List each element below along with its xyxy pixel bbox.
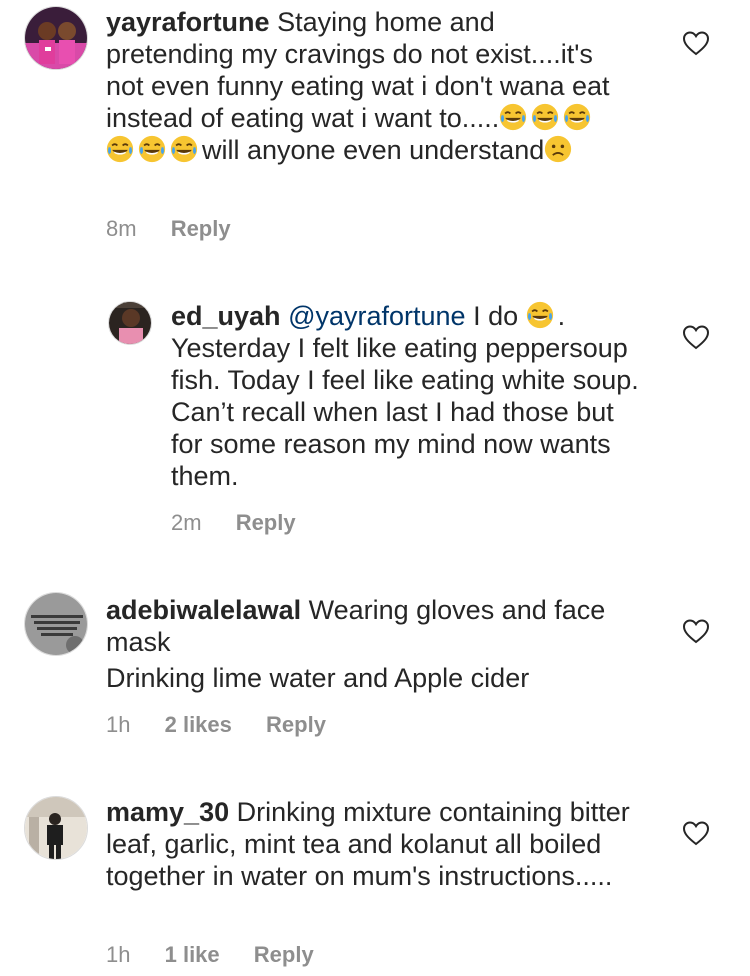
comment-meta: 1h 2 likes Reply	[106, 712, 354, 738]
timestamp: 1h	[106, 712, 131, 737]
timestamp: 2m	[171, 510, 202, 535]
mention-link[interactable]: @yayrafortune	[288, 301, 466, 331]
tears-of-joy-emoji	[106, 135, 134, 163]
tears-of-joy-emoji	[531, 103, 559, 131]
username[interactable]: mamy_30	[106, 797, 229, 827]
tears-of-joy-emoji	[499, 103, 527, 131]
reply-button[interactable]: Reply	[266, 712, 326, 737]
reply-button[interactable]: Reply	[236, 510, 296, 535]
reply-button[interactable]: Reply	[171, 216, 231, 241]
comment-body: adebiwalelawal Wearing gloves and face m…	[106, 594, 646, 694]
comment-body: ed_uyah @yayrafortune I do . Yesterday I…	[171, 300, 651, 492]
tears-of-joy-emoji	[138, 135, 166, 163]
comment-text: I do	[465, 301, 526, 331]
likes-count[interactable]: 1 like	[165, 942, 220, 967]
heart-outline-icon[interactable]	[682, 30, 710, 56]
heart-outline-icon[interactable]	[682, 820, 710, 846]
username[interactable]: yayrafortune	[106, 7, 270, 37]
timestamp: 1h	[106, 942, 131, 967]
avatar[interactable]	[108, 301, 152, 345]
timestamp: 8m	[106, 216, 137, 241]
avatar[interactable]	[24, 796, 88, 860]
comment-body: yayrafortune Staying home and pretending…	[106, 6, 626, 166]
username[interactable]: ed_uyah	[171, 301, 281, 331]
comment-text: will anyone even understand	[202, 135, 545, 165]
avatar[interactable]	[24, 6, 88, 70]
tears-of-joy-emoji	[563, 103, 591, 131]
comment-meta: 8m Reply	[106, 216, 259, 242]
comment-body: mamy_30 Drinking mixture containing bitt…	[106, 796, 646, 892]
reply-button[interactable]: Reply	[254, 942, 314, 967]
heart-outline-icon[interactable]	[682, 324, 710, 350]
likes-count[interactable]: 2 likes	[165, 712, 232, 737]
comment-meta: 2m Reply	[171, 510, 324, 536]
comment-text-line: Drinking lime water and Apple cider	[106, 663, 530, 693]
avatar[interactable]	[24, 592, 88, 656]
heart-outline-icon[interactable]	[682, 618, 710, 644]
tears-of-joy-emoji	[526, 301, 554, 329]
confused-face-emoji	[544, 135, 572, 163]
tears-of-joy-emoji	[170, 135, 198, 163]
comment-meta: 1h 1 like Reply	[106, 942, 342, 968]
username[interactable]: adebiwalelawal	[106, 595, 301, 625]
